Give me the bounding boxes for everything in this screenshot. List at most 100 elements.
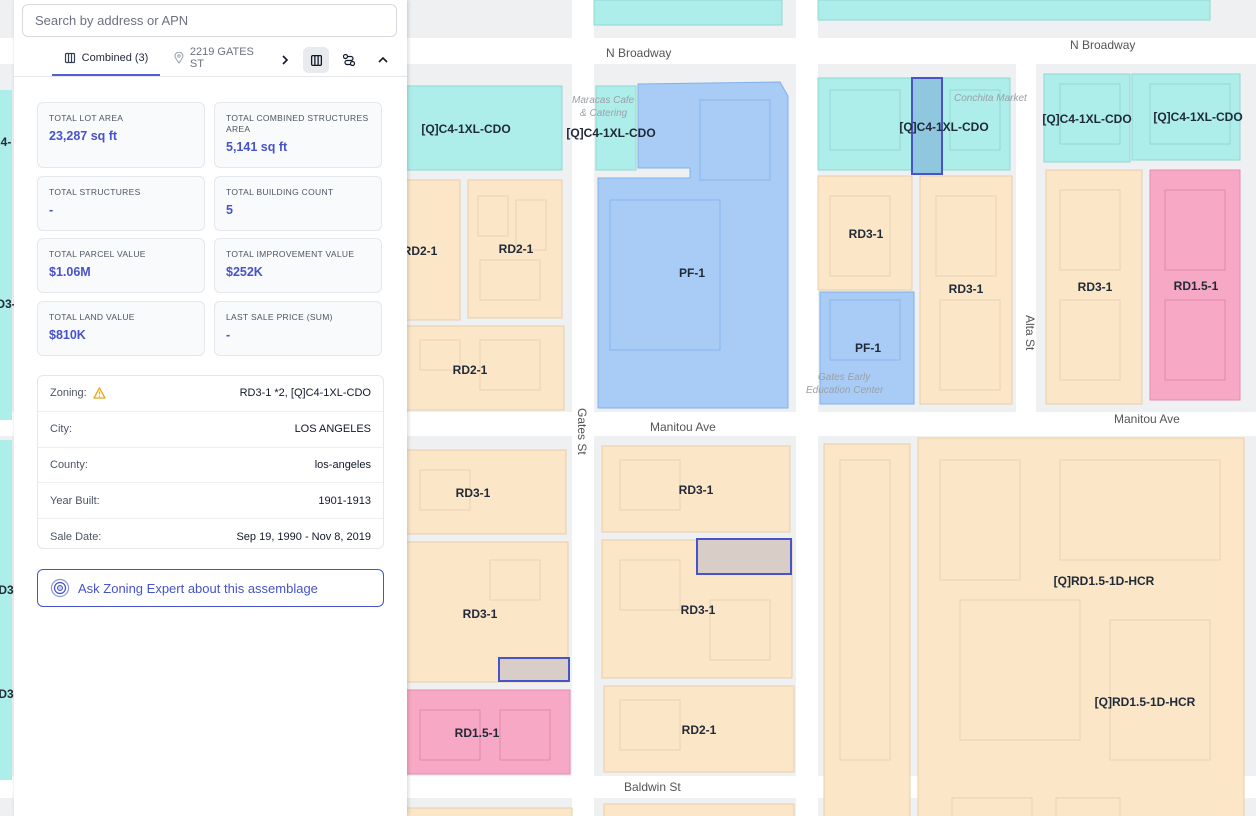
detail-row-sale-date: Sale Date: Sep 19, 1990 - Nov 8, 2019 <box>38 519 383 554</box>
stat-value: $810K <box>49 328 86 342</box>
zone-label: RD3-1 <box>463 607 498 621</box>
zone-label: RD3-1 <box>1078 280 1113 294</box>
detail-label: City: <box>50 423 72 436</box>
collapse-button[interactable] <box>370 47 396 73</box>
stat-card-total-improvement-value: TOTAL IMPROVEMENT VALUE $252K <box>214 238 382 293</box>
route-icon <box>342 53 356 67</box>
zone-label: PF-1 <box>855 341 881 355</box>
stat-card-total-parcel-value: TOTAL PARCEL VALUE $1.06M <box>37 238 205 293</box>
stat-card-total-structures-area: TOTAL COMBINED STRUCTURES AREA 5,141 sq … <box>214 102 382 168</box>
street-label: Alta St <box>1023 315 1037 351</box>
detail-label: Zoning: <box>50 387 87 400</box>
zone-label: [Q]C4-1XL-CDO <box>1153 110 1242 124</box>
zone-label: [Q]RD1.5-1D-HCR <box>1095 695 1196 709</box>
ask-button-label: Ask Zoning Expert about this assemblage <box>78 580 318 596</box>
zone-label: RD3-1 <box>849 227 884 241</box>
zone-parcel[interactable] <box>917 437 1245 816</box>
stat-value: 23,287 sq ft <box>49 129 118 143</box>
zone-label: RD2-1 <box>499 242 534 256</box>
tab-address-label: 2219 GATES ST <box>189 46 254 70</box>
search-input[interactable] <box>22 4 397 37</box>
detail-value: los-angeles <box>314 458 371 471</box>
details-table: Zoning: RD3-1 *2, [Q]C4-1XL-CDO City: LO… <box>37 375 384 549</box>
street-label: N Broadway <box>1070 38 1135 52</box>
zone-label: [Q]RD1.5-1D-HCR <box>1054 574 1155 588</box>
detail-label: Sale Date: <box>50 530 102 543</box>
stat-value: 5 <box>226 203 233 217</box>
detail-row-city: City: LOS ANGELES <box>38 412 383 448</box>
ask-zoning-expert-button[interactable]: Ask Zoning Expert about this assemblage <box>37 569 384 607</box>
stat-label: TOTAL BUILDING COUNT <box>226 187 334 197</box>
street-label: Baldwin St <box>624 780 681 794</box>
zone-label: RD2-1 <box>682 723 717 737</box>
tab-address[interactable]: 2219 GATES ST <box>174 42 270 74</box>
ai-assistant-icon <box>50 578 70 598</box>
stat-value: 5,141 sq ft <box>226 140 288 154</box>
tab-combined[interactable]: Combined (3) <box>52 42 160 76</box>
detail-value: LOS ANGELES <box>294 423 371 436</box>
stat-label: TOTAL STRUCTURES <box>49 187 141 197</box>
stat-label: TOTAL LOT AREA <box>49 113 124 123</box>
stat-label: TOTAL PARCEL VALUE <box>49 249 146 259</box>
zone-label: RD2-1 <box>453 363 488 377</box>
stat-label: TOTAL COMBINED STRUCTURES AREA <box>226 113 369 134</box>
zone-label: RD3-1 <box>456 486 491 500</box>
street-label: Gates St <box>575 408 589 455</box>
stat-value: - <box>49 203 54 217</box>
detail-row-county: County: los-angeles <box>38 448 383 484</box>
poi-label: Gates Early <box>818 372 871 383</box>
stat-label: TOTAL LAND VALUE <box>49 312 135 322</box>
detail-value: Sep 19, 1990 - Nov 8, 2019 <box>236 530 371 543</box>
zone-parcel[interactable] <box>817 0 1211 21</box>
stat-label: LAST SALE PRICE (SUM) <box>226 312 333 322</box>
next-tab-button[interactable] <box>272 47 298 73</box>
poi-label: Conchita Market <box>954 93 1028 104</box>
zone-label: [Q]C4-1XL-CDO <box>421 122 510 136</box>
stat-value: - <box>226 328 231 342</box>
map-icon <box>64 52 75 64</box>
assemblage-view-button[interactable] <box>303 47 329 73</box>
zone-label: [Q]C4-1XL-CDO <box>566 126 655 140</box>
zone-label: PF-1 <box>679 266 705 280</box>
zone-label: D3 <box>0 687 14 701</box>
street-label: N Broadway <box>606 46 671 60</box>
stat-card-total-lot-area: TOTAL LOT AREA 23,287 sq ft <box>37 102 205 168</box>
detail-label: County: <box>50 458 88 471</box>
zone-parcel[interactable] <box>593 0 783 26</box>
poi-label: Maracas Cafe <box>572 95 635 106</box>
poi-label: Education Center <box>806 385 884 396</box>
zone-parcel[interactable] <box>0 440 12 780</box>
tab-combined-label: Combined (3) <box>81 52 149 64</box>
location-pin-icon <box>174 52 184 64</box>
zone-label: RD1.5-1 <box>455 726 500 740</box>
street-label: Manitou Ave <box>650 420 716 434</box>
zone-label: [Q]C4-1XL-CDO <box>1042 112 1131 126</box>
selected-parcel[interactable] <box>696 538 792 575</box>
poi-label: & Catering <box>580 108 628 119</box>
zone-label: RD3-1 <box>681 603 716 617</box>
warning-icon[interactable] <box>93 387 106 400</box>
detail-value: 1901-1913 <box>318 494 371 507</box>
chevron-right-icon <box>282 55 289 65</box>
zone-label: RD3-1 <box>679 483 714 497</box>
detail-row-zoning: Zoning: RD3-1 *2, [Q]C4-1XL-CDO <box>38 376 383 412</box>
stat-label: TOTAL IMPROVEMENT VALUE <box>226 249 355 259</box>
stat-value: $252K <box>226 265 263 279</box>
zone-label: [Q]C4-1XL-CDO <box>899 120 988 134</box>
route-button[interactable] <box>336 47 362 73</box>
detail-value: RD3-1 *2, [Q]C4-1XL-CDO <box>239 387 371 400</box>
zone-label: 4- <box>1 135 12 149</box>
map-icon <box>310 54 322 66</box>
detail-row-year-built: Year Built: 1901-1913 <box>38 483 383 520</box>
zone-label: RD1.5-1 <box>1174 279 1219 293</box>
stat-card-total-structures: TOTAL STRUCTURES - <box>37 176 205 231</box>
selected-parcel[interactable] <box>498 657 570 682</box>
assemblage-panel: Combined (3) 2219 GATES ST <box>14 0 407 816</box>
zone-label: D3 <box>0 583 14 597</box>
stat-card-total-land-value: TOTAL LAND VALUE $810K <box>37 301 205 356</box>
zone-label: RD2-1 <box>403 244 438 258</box>
stat-card-last-sale-price: LAST SALE PRICE (SUM) - <box>214 301 382 356</box>
tab-bar: Combined (3) 2219 GATES ST <box>14 42 407 77</box>
street-label: Manitou Ave <box>1114 412 1180 426</box>
chevron-up-icon <box>378 56 388 63</box>
